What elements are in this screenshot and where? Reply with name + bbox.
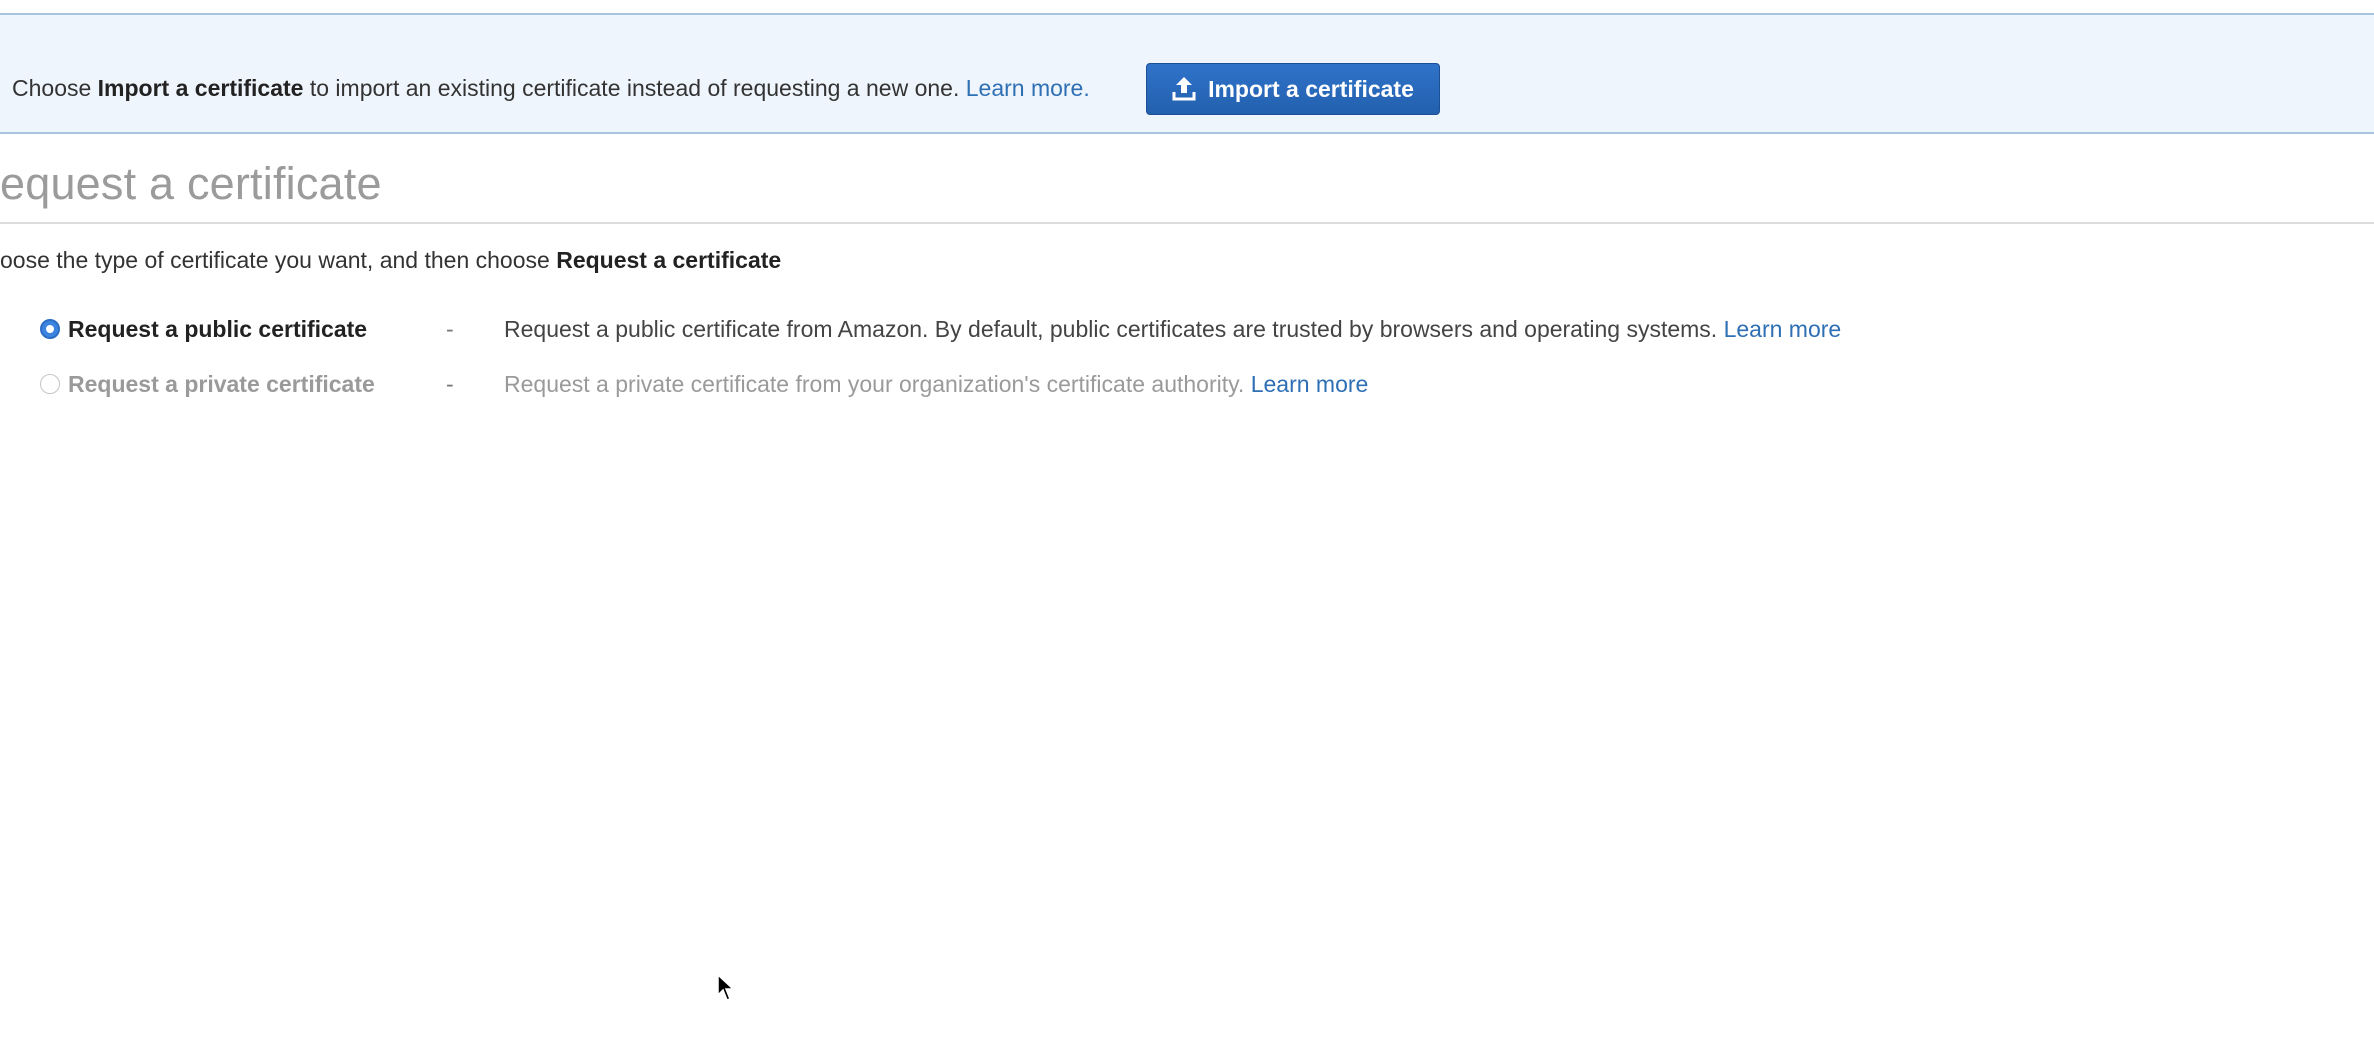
page: Choose Import a certificate to import an… bbox=[0, 0, 2374, 1046]
radio-public-certificate[interactable] bbox=[40, 319, 60, 339]
option-description-public: Request a public certificate from Amazon… bbox=[504, 316, 1841, 343]
info-banner-text: Choose Import a certificate to import an… bbox=[12, 75, 1090, 102]
option-label-public[interactable]: Request a public certificate bbox=[68, 316, 446, 343]
radio-private-certificate[interactable] bbox=[40, 374, 60, 394]
learn-more-private-link[interactable]: Learn more bbox=[1251, 371, 1369, 397]
banner-learn-more-link[interactable]: Learn more. bbox=[966, 75, 1090, 101]
option-private-certificate[interactable]: Request a private certificate - Request … bbox=[40, 367, 1368, 401]
option-public-certificate[interactable]: Request a public certificate - Request a… bbox=[40, 312, 1841, 346]
option-description-text: Request a public certificate from Amazon… bbox=[504, 315, 1718, 342]
page-title: equest a certificate bbox=[0, 158, 382, 209]
import-button-label: Import a certificate bbox=[1208, 75, 1414, 102]
banner-text-suffix: to import an existing certificate instea… bbox=[303, 75, 960, 101]
title-divider bbox=[0, 222, 2374, 224]
info-banner: Choose Import a certificate to import an… bbox=[0, 13, 2374, 134]
instruction-text: oose the type of certificate you want, a… bbox=[0, 247, 781, 274]
upload-icon bbox=[1172, 77, 1196, 101]
mouse-cursor-icon bbox=[717, 974, 735, 1001]
banner-text-bold: Import a certificate bbox=[97, 75, 304, 101]
instruction-bold: Request a certificate bbox=[556, 247, 782, 273]
banner-text-prefix: Choose bbox=[12, 75, 98, 101]
instruction-prefix: oose the type of certificate you want, a… bbox=[0, 247, 557, 273]
learn-more-public-link[interactable]: Learn more bbox=[1724, 316, 1842, 342]
option-separator: - bbox=[446, 315, 454, 342]
option-description-private: Request a private certificate from your … bbox=[504, 371, 1368, 398]
option-separator: - bbox=[446, 370, 454, 397]
option-label-private[interactable]: Request a private certificate bbox=[68, 371, 446, 398]
import-certificate-button[interactable]: Import a certificate bbox=[1146, 63, 1440, 115]
option-description-text: Request a private certificate from your … bbox=[504, 370, 1245, 397]
